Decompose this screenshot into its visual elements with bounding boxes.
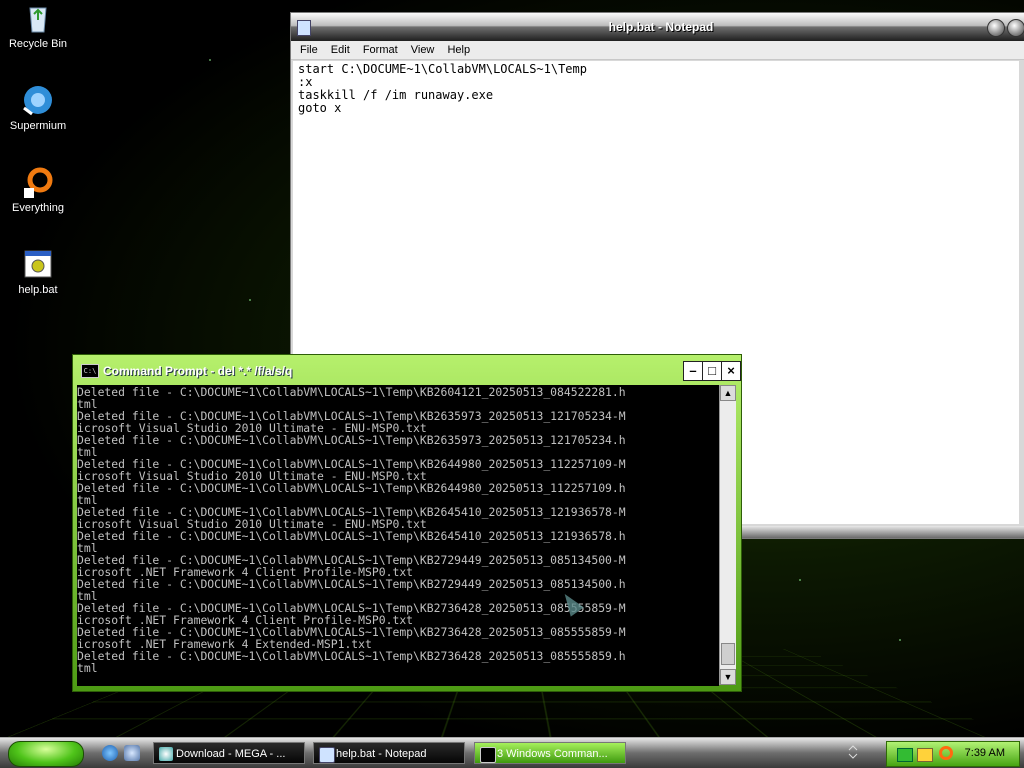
start-button[interactable] bbox=[8, 741, 84, 767]
desktop-icon-recycle-bin[interactable]: Recycle Bin bbox=[0, 2, 76, 50]
internet-explorer-icon[interactable] bbox=[102, 745, 118, 761]
cmd-icon bbox=[480, 747, 496, 763]
cmd-title: Command Prompt - del *.* /f/a/s/q bbox=[103, 364, 293, 378]
console-line: tml bbox=[77, 661, 98, 675]
task-label: 3 Windows Comman... bbox=[497, 748, 608, 760]
menu-file[interactable]: File bbox=[295, 41, 323, 56]
notepad-title: help.bat - Notepad bbox=[608, 20, 714, 34]
task-label: help.bat - Notepad bbox=[336, 748, 427, 760]
batch-file-icon bbox=[22, 248, 54, 280]
scroll-arrows-icon[interactable] bbox=[848, 744, 858, 760]
cmd-icon: C:\ bbox=[81, 364, 99, 378]
desktop-icon-label: help.bat bbox=[18, 284, 58, 296]
console-line: Deleted file - C:\DOCUME~1\CollabVM\LOCA… bbox=[77, 649, 626, 663]
minimize-button[interactable] bbox=[987, 19, 1005, 37]
taskbar-item-notepad[interactable]: help.bat - Notepad bbox=[313, 742, 465, 764]
close-button[interactable]: × bbox=[721, 361, 741, 381]
recycle-bin-icon bbox=[22, 2, 54, 34]
notepad-menubar: File Edit Format View Help bbox=[291, 41, 1024, 60]
menu-edit[interactable]: Edit bbox=[326, 41, 355, 56]
scroll-thumb[interactable] bbox=[721, 643, 735, 665]
console-line: Deleted file - C:\DOCUME~1\CollabVM\LOCA… bbox=[77, 385, 626, 399]
desktop-icon-label: Recycle Bin bbox=[8, 38, 68, 50]
notepad-title-bar[interactable]: help.bat - Notepad bbox=[291, 13, 1024, 41]
browser-icon bbox=[159, 747, 173, 761]
console-output[interactable]: Deleted file - C:\DOCUME~1\CollabVM\LOCA… bbox=[77, 385, 719, 686]
system-tray: 7:39 AM bbox=[886, 741, 1020, 767]
maximize-button[interactable] bbox=[1007, 19, 1024, 37]
desktop-icon-label: Supermium bbox=[9, 120, 67, 132]
taskbar-item-mega[interactable]: Download - MEGA - ... bbox=[153, 742, 305, 764]
console-line: Deleted file - C:\DOCUME~1\CollabVM\LOCA… bbox=[77, 433, 626, 447]
desktop-icon-label: Everything bbox=[12, 202, 64, 214]
menu-help[interactable]: Help bbox=[442, 41, 475, 56]
menu-view[interactable]: View bbox=[406, 41, 440, 56]
desktop-icon-help-bat[interactable]: help.bat bbox=[0, 248, 76, 296]
minimize-button[interactable]: – bbox=[683, 361, 703, 381]
console-line: Deleted file - C:\DOCUME~1\CollabVM\LOCA… bbox=[77, 481, 626, 495]
everything-tray-icon[interactable] bbox=[939, 746, 953, 760]
cmd-title-bar[interactable]: C:\ Command Prompt - del *.* /f/a/s/q – … bbox=[73, 355, 741, 385]
supermium-icon bbox=[22, 84, 54, 116]
volume-icon[interactable] bbox=[917, 748, 933, 762]
vertical-scrollbar[interactable]: ▲ ▼ bbox=[719, 385, 736, 685]
taskbar: Download - MEGA - ... help.bat - Notepad… bbox=[0, 737, 1024, 768]
show-desktop-icon[interactable] bbox=[124, 745, 140, 761]
desktop-icon-supermium[interactable]: Supermium bbox=[0, 84, 76, 132]
command-prompt-window[interactable]: C:\ Command Prompt - del *.* /f/a/s/q – … bbox=[72, 354, 742, 692]
console-line: Deleted file - C:\DOCUME~1\CollabVM\LOCA… bbox=[77, 577, 626, 591]
desktop-icon-everything[interactable]: Everything bbox=[0, 166, 76, 214]
notepad-icon bbox=[319, 747, 335, 763]
task-label: Download - MEGA - ... bbox=[176, 748, 286, 760]
menu-format[interactable]: Format bbox=[358, 41, 403, 56]
network-icon[interactable] bbox=[897, 748, 913, 762]
scroll-up-arrow-icon[interactable]: ▲ bbox=[720, 385, 736, 401]
console-line: Deleted file - C:\DOCUME~1\CollabVM\LOCA… bbox=[77, 529, 626, 543]
clock[interactable]: 7:39 AM bbox=[965, 747, 1005, 759]
everything-search-icon bbox=[22, 166, 54, 198]
maximize-button[interactable]: □ bbox=[702, 361, 722, 381]
scroll-down-arrow-icon[interactable]: ▼ bbox=[720, 669, 736, 685]
taskbar-item-command-prompt[interactable]: 3 Windows Comman... bbox=[474, 742, 626, 764]
